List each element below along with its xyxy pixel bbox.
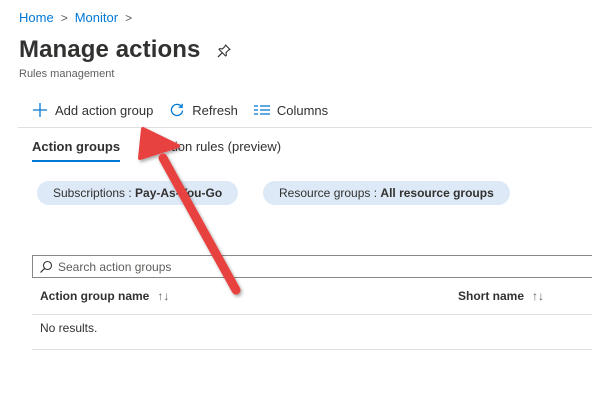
subscriptions-filter-value: Pay-As-You-Go: [135, 186, 223, 200]
refresh-icon: [171, 103, 184, 117]
divider: [32, 349, 592, 350]
breadcrumb-separator: >: [60, 10, 68, 25]
add-action-group-label: Add action group: [55, 102, 154, 118]
column-label: Action group name: [40, 289, 150, 303]
search-box[interactable]: Search action groups: [32, 255, 592, 278]
breadcrumb-home-link[interactable]: Home: [19, 10, 54, 25]
page-subtitle: Rules management: [19, 68, 115, 80]
tab-list: Action groups Action rules (preview): [32, 139, 317, 163]
columns-icon: [253, 105, 270, 115]
tab-action-rules[interactable]: Action rules (preview): [156, 139, 281, 163]
refresh-label: Refresh: [192, 102, 238, 118]
breadcrumb-monitor-link[interactable]: Monitor: [75, 10, 118, 25]
no-results-text: No results.: [40, 321, 98, 335]
sort-icon: ↑↓: [532, 289, 545, 303]
plus-icon: [33, 103, 47, 117]
command-bar: Add action group Refresh Columns: [32, 99, 344, 121]
pin-icon[interactable]: [216, 43, 232, 59]
columns-button[interactable]: Columns: [253, 102, 329, 118]
resource-groups-filter[interactable]: Resource groups : All resource groups: [263, 181, 510, 205]
resource-groups-filter-value: All resource groups: [380, 186, 494, 200]
column-label: Short name: [458, 289, 525, 303]
search-icon: [40, 260, 53, 273]
page-title: Manage actions: [19, 36, 201, 63]
breadcrumb: Home > Monitor >: [19, 10, 139, 25]
breadcrumb-separator: >: [125, 10, 133, 25]
sort-icon: ↑↓: [157, 289, 170, 303]
divider: [18, 127, 592, 128]
column-action-group-name[interactable]: Action group name ↑↓: [40, 289, 169, 303]
search-input[interactable]: Search action groups: [58, 260, 171, 274]
subscriptions-filter[interactable]: Subscriptions : Pay-As-You-Go: [37, 181, 239, 205]
refresh-button[interactable]: Refresh: [169, 102, 238, 118]
columns-label: Columns: [276, 102, 329, 118]
add-action-group-button[interactable]: Add action group: [32, 102, 153, 118]
tab-action-groups[interactable]: Action groups: [32, 139, 121, 163]
subscriptions-filter-label: Subscriptions :: [53, 186, 132, 200]
column-short-name[interactable]: Short name ↑↓: [458, 289, 544, 303]
resource-groups-filter-label: Resource groups :: [279, 186, 378, 200]
table-header: Action group name ↑↓ Short name ↑↓: [32, 279, 592, 315]
